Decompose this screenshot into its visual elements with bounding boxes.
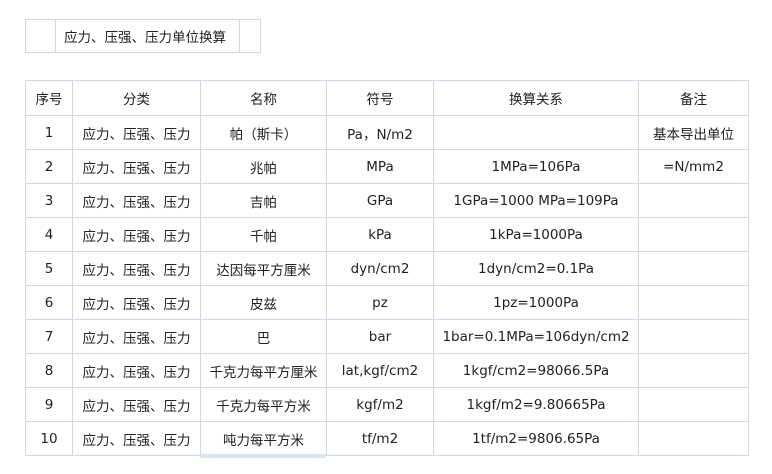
- column-header-symbol: 符号: [326, 80, 434, 116]
- cell-symbol: tf/m2: [326, 421, 434, 456]
- cell-name: 帕（斯卡）: [200, 115, 327, 150]
- cell-index: 7: [25, 319, 73, 354]
- cell-note: [638, 353, 749, 388]
- cell-index: 4: [25, 217, 73, 252]
- column-header-note: 备注: [638, 80, 749, 116]
- cell-conversion: 1pz=1000Pa: [433, 285, 639, 320]
- column-header-category: 分类: [72, 80, 201, 116]
- cell-symbol: kPa: [326, 217, 434, 252]
- cell-conversion: [433, 115, 639, 150]
- cell-name: 吨力每平方米: [200, 421, 327, 456]
- cell-conversion: 1kPa=1000Pa: [433, 217, 639, 252]
- cell-name: 兆帕: [200, 149, 327, 184]
- conversion-table: 序号 分类 名称 符号 换算关系 备注 1 应力、压强、压力 帕（斯卡） Pa，…: [25, 80, 749, 456]
- column-header-name: 名称: [200, 80, 327, 116]
- cell-symbol: Pa，N/m2: [326, 115, 434, 150]
- table-row: 6 应力、压强、压力 皮兹 pz 1pz=1000Pa: [25, 285, 749, 320]
- cell-category: 应力、压强、压力: [72, 183, 201, 218]
- table-row: 1 应力、压强、压力 帕（斯卡） Pa，N/m2 基本导出单位: [25, 115, 749, 150]
- cell-index: 10: [25, 421, 73, 456]
- cell-name: 巴: [200, 319, 327, 354]
- page-title: 应力、压强、压力单位换算: [56, 20, 240, 52]
- cell-conversion: 1bar=0.1MPa=106dyn/cm2: [433, 319, 639, 354]
- cell-symbol: bar: [326, 319, 434, 354]
- cell-symbol: GPa: [326, 183, 434, 218]
- cell-category: 应力、压强、压力: [72, 421, 201, 456]
- cell-name: 达因每平方厘米: [200, 251, 327, 286]
- cell-category: 应力、压强、压力: [72, 115, 201, 150]
- cell-name: 皮兹: [200, 285, 327, 320]
- cell-note: [638, 285, 749, 320]
- cell-note: 基本导出单位: [638, 115, 749, 150]
- column-resize-indicator: [200, 454, 326, 458]
- cell-index: 2: [25, 149, 73, 184]
- title-lead-cell: [26, 20, 56, 52]
- table-row: 10 应力、压强、压力 吨力每平方米 tf/m2 1tf/m2=9806.65P…: [25, 421, 749, 456]
- table-row: 2 应力、压强、压力 兆帕 MPa 1MPa=106Pa =N/mm2: [25, 149, 749, 184]
- cell-note: [638, 217, 749, 252]
- cell-note: [638, 183, 749, 218]
- cell-category: 应力、压强、压力: [72, 285, 201, 320]
- table-row: 3 应力、压强、压力 吉帕 GPa 1GPa=1000 MPa=109Pa: [25, 183, 749, 218]
- cell-conversion: 1MPa=106Pa: [433, 149, 639, 184]
- cell-note: [638, 251, 749, 286]
- title-box: 应力、压强、压力单位换算: [25, 19, 261, 53]
- cell-conversion: 1tf/m2=9806.65Pa: [433, 421, 639, 456]
- cell-category: 应力、压强、压力: [72, 251, 201, 286]
- cell-symbol: pz: [326, 285, 434, 320]
- cell-category: 应力、压强、压力: [72, 353, 201, 388]
- cell-symbol: MPa: [326, 149, 434, 184]
- cell-index: 6: [25, 285, 73, 320]
- table-row: 5 应力、压强、压力 达因每平方厘米 dyn/cm2 1dyn/cm2=0.1P…: [25, 251, 749, 286]
- table-row: 8 应力、压强、压力 千克力每平方厘米 lat,kgf/cm2 1kgf/cm2…: [25, 353, 749, 388]
- cell-name: 千克力每平方米: [200, 387, 327, 422]
- cell-index: 3: [25, 183, 73, 218]
- cell-symbol: dyn/cm2: [326, 251, 434, 286]
- table-row: 9 应力、压强、压力 千克力每平方米 kgf/m2 1kgf/m2=9.8066…: [25, 387, 749, 422]
- cell-conversion: 1kgf/cm2=98066.5Pa: [433, 353, 639, 388]
- cell-category: 应力、压强、压力: [72, 217, 201, 252]
- cell-note: =N/mm2: [638, 149, 749, 184]
- table-row: 7 应力、压强、压力 巴 bar 1bar=0.1MPa=106dyn/cm2: [25, 319, 749, 354]
- cell-conversion: 1dyn/cm2=0.1Pa: [433, 251, 639, 286]
- cell-category: 应力、压强、压力: [72, 149, 201, 184]
- cell-conversion: 1GPa=1000 MPa=109Pa: [433, 183, 639, 218]
- cell-symbol: lat,kgf/cm2: [326, 353, 434, 388]
- cell-index: 1: [25, 115, 73, 150]
- cell-category: 应力、压强、压力: [72, 387, 201, 422]
- cell-symbol: kgf/m2: [326, 387, 434, 422]
- table-header-row: 序号 分类 名称 符号 换算关系 备注: [25, 80, 749, 116]
- cell-conversion: 1kgf/m2=9.80665Pa: [433, 387, 639, 422]
- column-header-index: 序号: [25, 80, 73, 116]
- column-header-conversion: 换算关系: [433, 80, 639, 116]
- cell-name: 千克力每平方厘米: [200, 353, 327, 388]
- cell-note: [638, 421, 749, 456]
- cell-index: 5: [25, 251, 73, 286]
- cell-note: [638, 387, 749, 422]
- cell-index: 8: [25, 353, 73, 388]
- cell-name: 吉帕: [200, 183, 327, 218]
- cell-index: 9: [25, 387, 73, 422]
- cell-note: [638, 319, 749, 354]
- cell-name: 千帕: [200, 217, 327, 252]
- table-row: 4 应力、压强、压力 千帕 kPa 1kPa=1000Pa: [25, 217, 749, 252]
- cell-category: 应力、压强、压力: [72, 319, 201, 354]
